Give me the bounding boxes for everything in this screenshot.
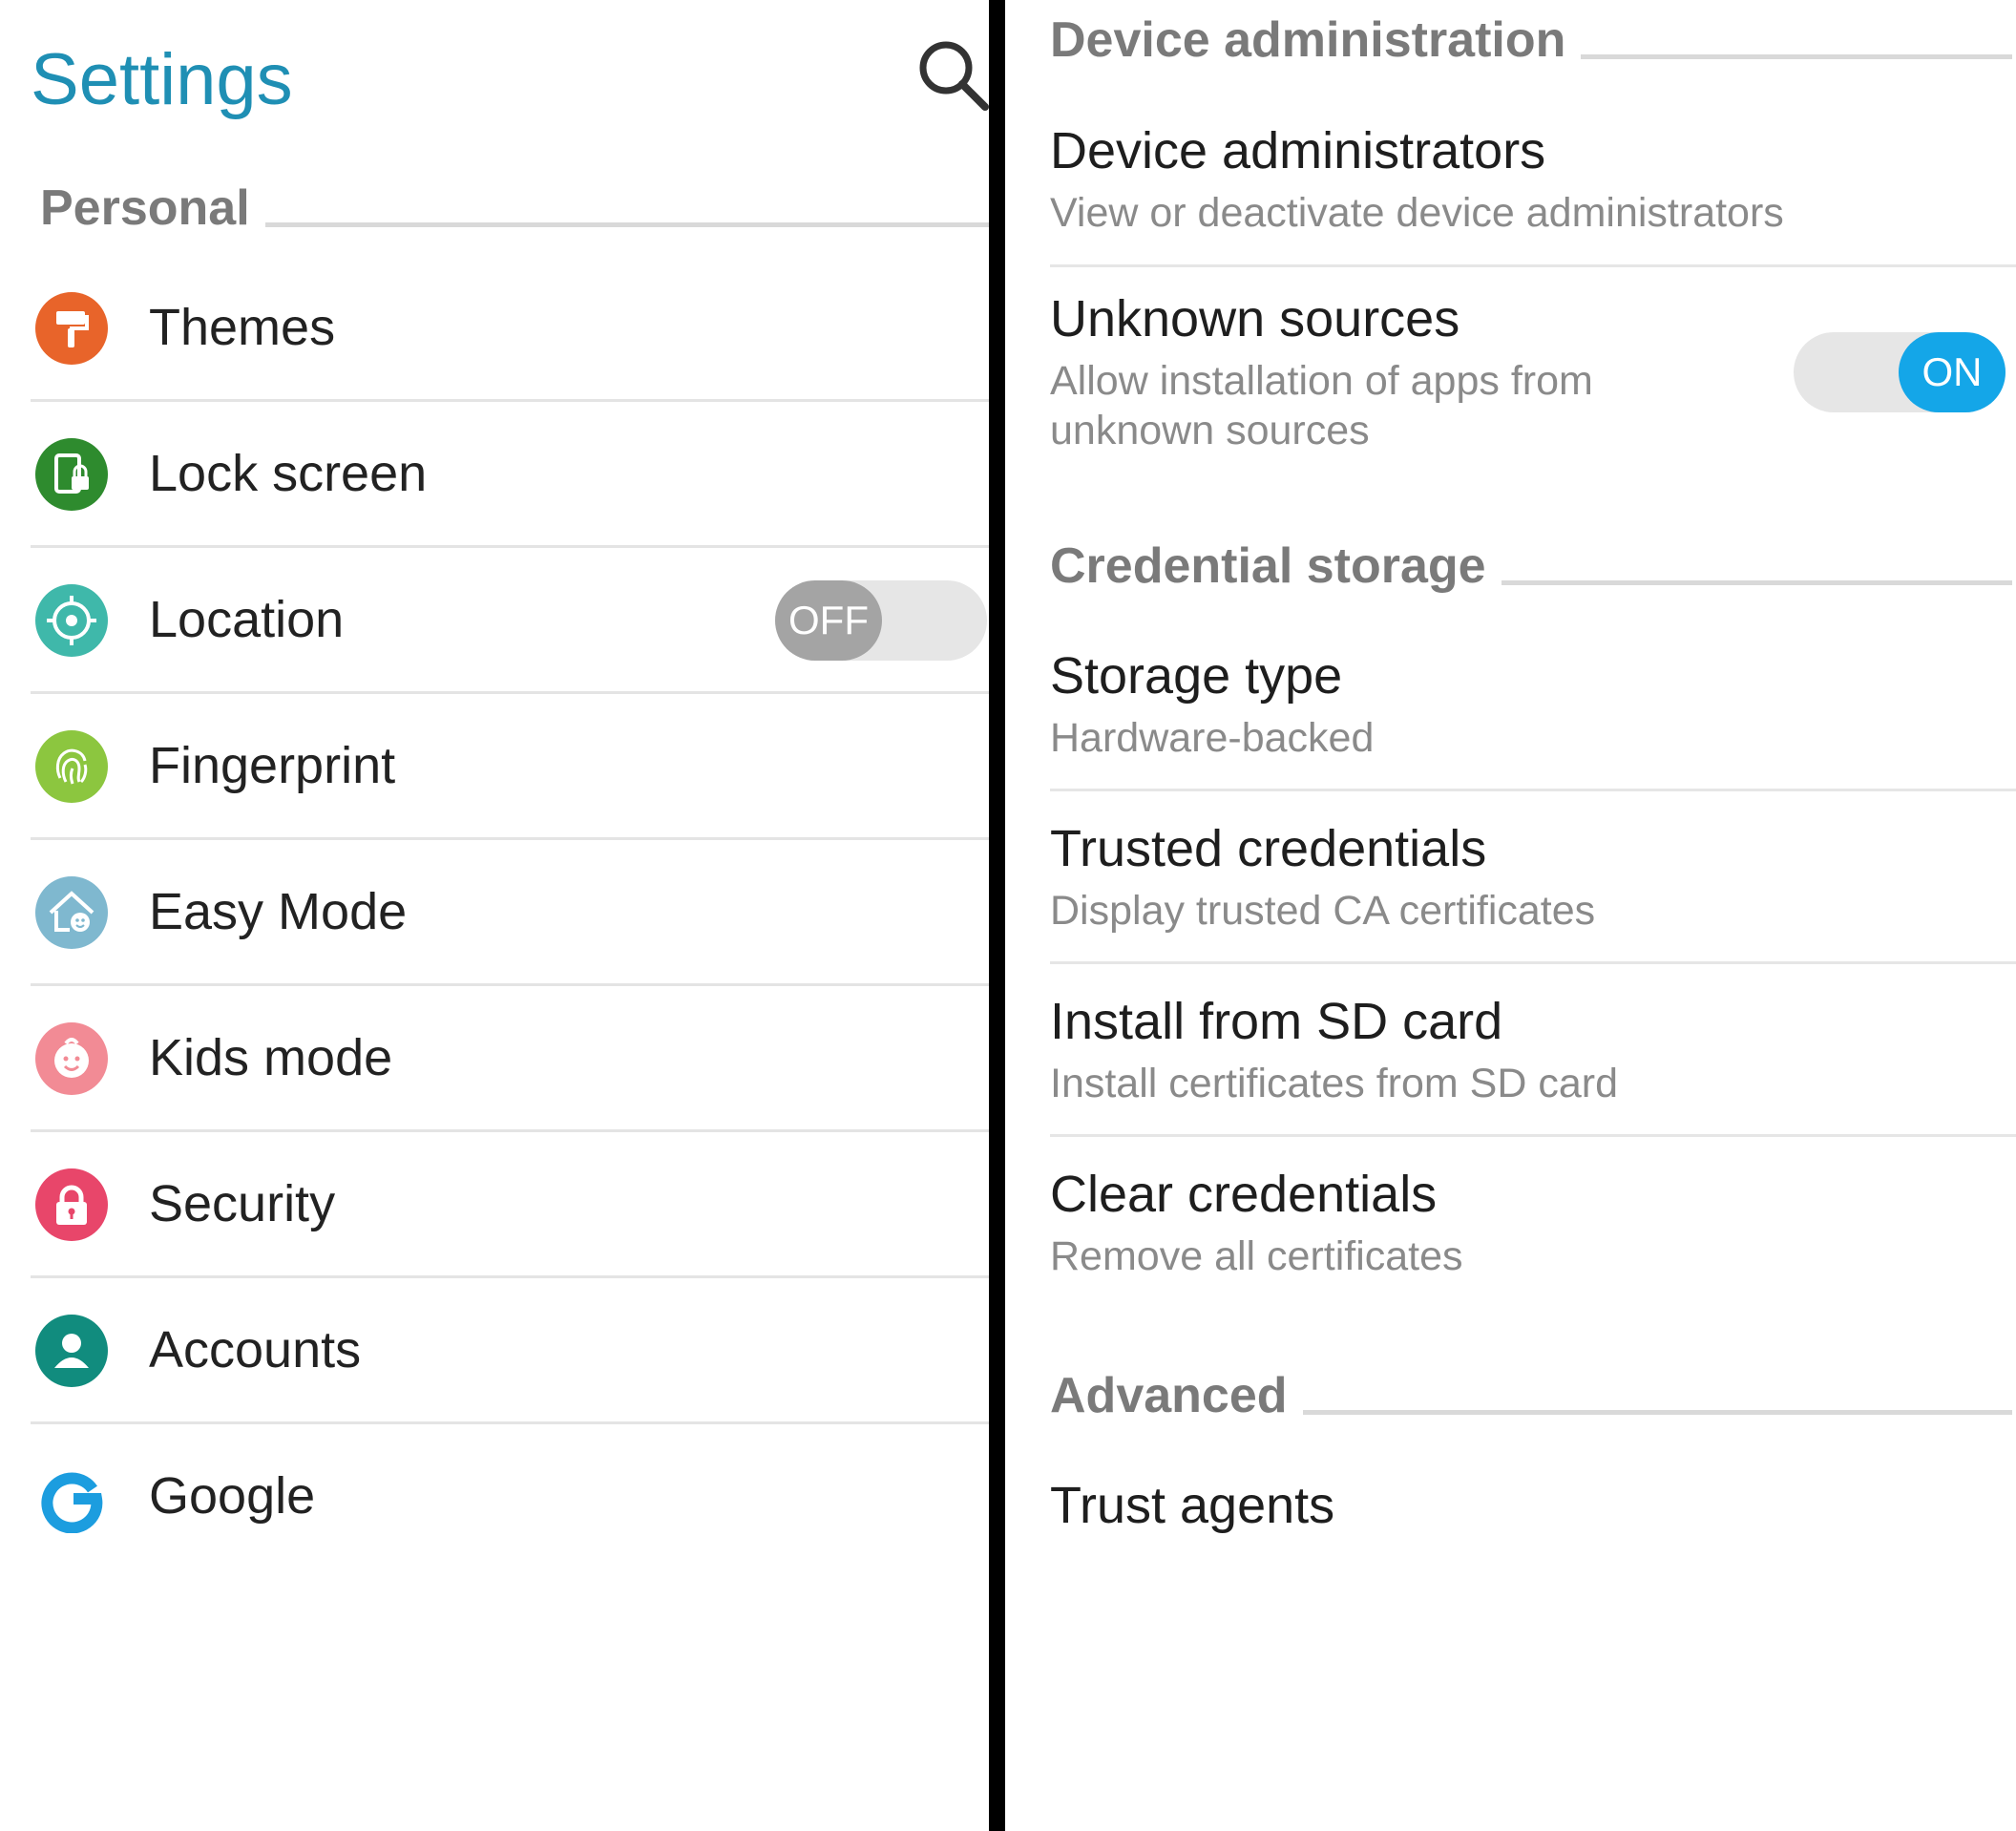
settings-item-lock-screen[interactable]: Lock screen (0, 402, 989, 548)
item-subtitle: Display trusted CA certificates (1050, 887, 1596, 934)
divider (1050, 789, 2016, 791)
settings-item-label: Kids mode (149, 1029, 393, 1086)
section-divider (1581, 54, 2012, 59)
settings-item-security[interactable]: Security (0, 1132, 989, 1278)
settings-item-google[interactable]: Google (0, 1424, 989, 1570)
kid-face-icon (35, 1022, 108, 1095)
person-icon (35, 1315, 108, 1387)
easy-mode-house-icon (35, 876, 108, 949)
section-label: Personal (40, 180, 250, 236)
divider (1050, 961, 2016, 964)
section-label: Advanced (1050, 1368, 1288, 1423)
lock-screen-icon (35, 438, 108, 511)
item-subtitle: Install certificates from SD card (1050, 1060, 1619, 1106)
item-title: Device administrators (1050, 122, 1546, 179)
page-title: Settings (31, 39, 293, 120)
settings-item-fingerprint[interactable]: Fingerprint (0, 694, 989, 840)
settings-item-trusted-credentials[interactable]: Trusted credentials Display trusted CA c… (1050, 818, 2016, 936)
search-icon (919, 41, 989, 111)
settings-left-panel: Settings Personal Themes Lock screen Loc… (0, 0, 989, 1831)
settings-item-clear-credentials[interactable]: Clear credentials Remove all certificate… (1050, 1164, 2016, 1281)
section-label: Device administration (1050, 12, 1566, 68)
panel-divider (989, 0, 1005, 1831)
google-g-icon (35, 1461, 108, 1533)
item-title: Storage type (1050, 647, 1343, 705)
item-subtitle: Remove all certificates (1050, 1232, 1463, 1279)
section-divider (1501, 580, 2012, 585)
security-settings-panel: Device administration Device administrat… (1005, 0, 2016, 1831)
section-header-device-administration: Device administration (1050, 11, 2012, 69)
fingerprint-icon (35, 730, 108, 803)
section-divider (1302, 1410, 2012, 1415)
settings-item-install-from-sd-card[interactable]: Install from SD card Install certificate… (1050, 991, 2016, 1108)
search-button[interactable] (914, 36, 989, 113)
location-crosshair-icon (35, 584, 108, 657)
settings-item-label: Location (149, 591, 345, 648)
divider (1050, 1134, 2016, 1137)
item-subtitle-line: unknown sources (1050, 408, 1370, 454)
section-divider (264, 222, 989, 227)
settings-item-label: Fingerprint (149, 737, 396, 794)
section-label: Credential storage (1050, 538, 1486, 594)
settings-item-themes[interactable]: Themes (0, 256, 989, 402)
padlock-icon (35, 1168, 108, 1241)
settings-item-kids-mode[interactable]: Kids mode (0, 986, 989, 1132)
unknown-sources-toggle[interactable]: ON (1794, 332, 2006, 412)
paint-roller-icon (35, 292, 108, 365)
divider (1050, 264, 2016, 267)
item-title: Clear credentials (1050, 1166, 1438, 1223)
settings-item-device-administrators[interactable]: Device administrators View or deactivate… (1050, 120, 2016, 238)
section-header-advanced: Advanced (1050, 1367, 2012, 1424)
settings-item-label: Themes (149, 299, 336, 356)
settings-item-trust-agents[interactable]: Trust agents (1050, 1475, 2016, 1537)
settings-item-label: Google (149, 1467, 316, 1525)
item-title: Trusted credentials (1050, 820, 1487, 877)
toggle-state-label: OFF (775, 580, 882, 661)
toggle-state-label: ON (1899, 332, 2006, 412)
settings-item-storage-type[interactable]: Storage type Hardware-backed (1050, 645, 2016, 763)
item-subtitle: Hardware-backed (1050, 714, 1375, 761)
settings-item-label: Accounts (149, 1321, 362, 1379)
settings-item-label: Lock screen (149, 445, 428, 502)
section-header-credential-storage: Credential storage (1050, 537, 2012, 595)
item-subtitle: View or deactivate device administrators (1050, 189, 1784, 236)
settings-item-accounts[interactable]: Accounts (0, 1278, 989, 1424)
location-toggle[interactable]: OFF (775, 580, 987, 661)
section-header-personal: Personal (40, 179, 989, 237)
settings-item-label: Security (149, 1175, 336, 1232)
item-title: Trust agents (1050, 1477, 1335, 1534)
settings-item-easy-mode[interactable]: Easy Mode (0, 840, 989, 986)
settings-item-label: Easy Mode (149, 883, 408, 940)
item-title: Install from SD card (1050, 993, 1503, 1050)
